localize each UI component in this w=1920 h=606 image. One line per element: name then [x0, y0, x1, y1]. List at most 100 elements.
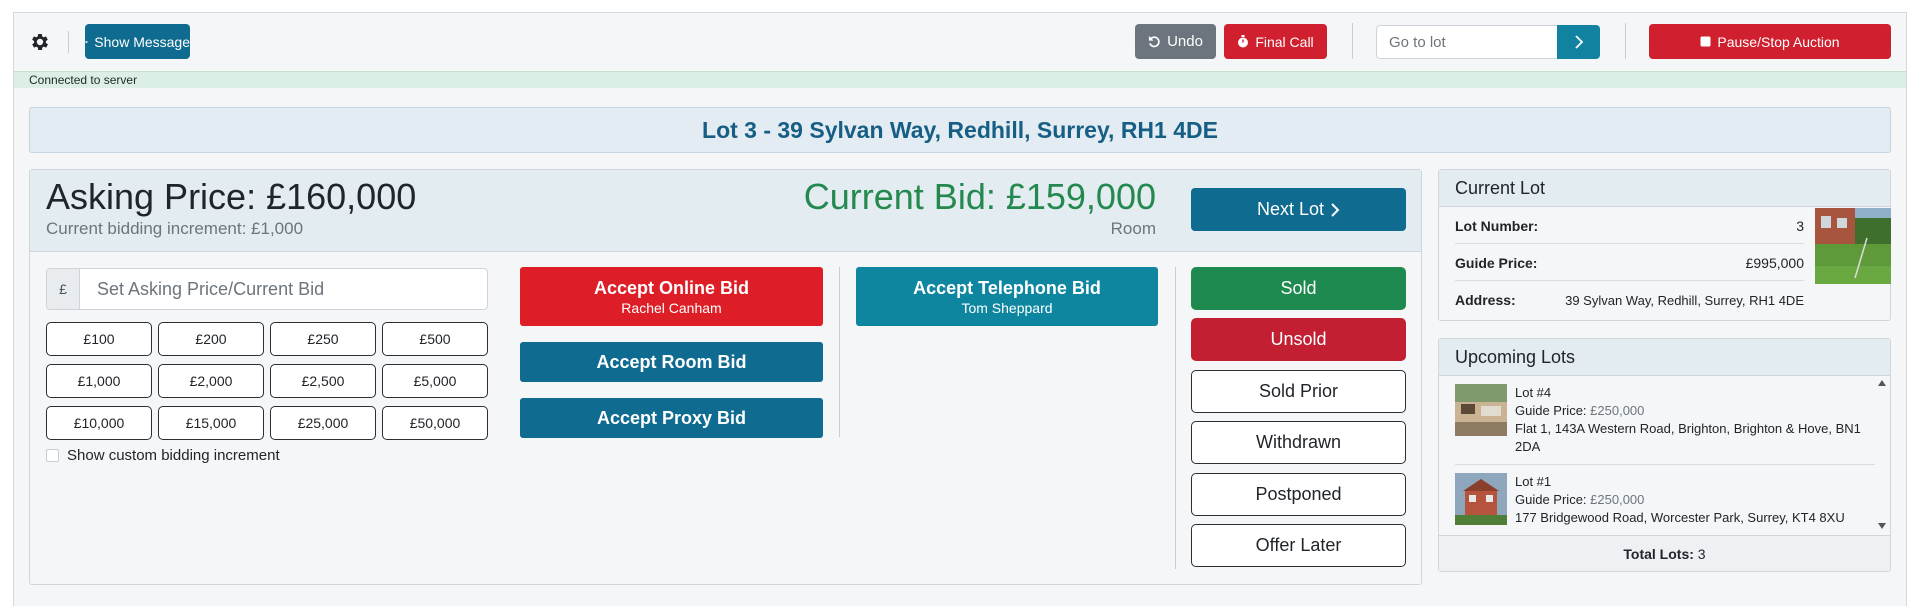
- next-lot-button[interactable]: Next Lot: [1191, 188, 1406, 231]
- upcoming-lots-scrollbar[interactable]: [1874, 376, 1890, 533]
- increment-button[interactable]: £250: [270, 322, 376, 356]
- next-lot-label: Next Lot: [1256, 199, 1325, 219]
- accept-proxy-bid-label: Accept Proxy Bid: [596, 407, 747, 428]
- go-to-lot-input[interactable]: [1376, 25, 1562, 59]
- lot-photo: [1455, 473, 1507, 525]
- postponed-button[interactable]: Postponed: [1191, 473, 1406, 516]
- price-input-group: £: [46, 268, 488, 310]
- withdrawn-button[interactable]: Withdrawn: [1191, 421, 1406, 464]
- lot-number: Lot #1: [1515, 474, 1552, 489]
- lot-number-value: 3: [1796, 217, 1804, 234]
- total-lots: Total Lots: 3: [1439, 535, 1890, 571]
- increment-button[interactable]: £10,000: [46, 406, 152, 440]
- current-bid: Current Bid: £159,000: [803, 176, 1156, 217]
- lot-number-label: Lot Number:: [1455, 217, 1539, 234]
- bidding-increment: Current bidding increment: £1,000: [46, 219, 304, 238]
- custom-increment-checkbox[interactable]: [46, 449, 59, 462]
- sold-prior-button[interactable]: Sold Prior: [1191, 370, 1406, 413]
- accept-online-bid-button[interactable]: Accept Online Bid Rachel Canham: [520, 267, 823, 326]
- address-value: 39 Sylvan Way, Redhill, Surrey, RH1 4DE: [1565, 292, 1804, 308]
- pause-stop-label: Pause/Stop Auction: [1717, 33, 1840, 50]
- accept-room-bid-label: Accept Room Bid: [596, 351, 747, 372]
- unsold-button[interactable]: Unsold: [1191, 318, 1406, 361]
- increment-button[interactable]: £50,000: [382, 406, 488, 440]
- lot-number: Lot #4: [1515, 385, 1552, 400]
- gear-icon[interactable]: [29, 31, 51, 53]
- asking-price: Asking Price: £160,000: [46, 176, 417, 217]
- custom-increment-label: Show custom bidding increment: [67, 447, 280, 464]
- toolbar-divider: [1625, 23, 1626, 59]
- upcoming-lots-card: Upcoming Lots Lot #4 Guide Price: £250,0…: [1438, 338, 1891, 572]
- increment-button[interactable]: £200: [158, 322, 264, 356]
- lot-photo: [1455, 384, 1507, 436]
- lot-number-row: Lot Number: 3: [1455, 208, 1804, 244]
- lot-address: Flat 1, 143A Western Road, Brighton, Bri…: [1515, 421, 1861, 454]
- pause-stop-auction-button[interactable]: Pause/Stop Auction: [1649, 24, 1891, 59]
- bidding-header: Asking Price: £160,000 Current bidding i…: [30, 170, 1421, 252]
- show-message-label: Show Message: [94, 33, 190, 50]
- accept-room-bid-button[interactable]: Accept Room Bid: [520, 342, 823, 382]
- toolbar-divider: [68, 31, 69, 53]
- guide-price-value: £250,000: [1590, 403, 1645, 418]
- accept-telephone-bid-button[interactable]: Accept Telephone Bid Tom Sheppard: [856, 267, 1158, 326]
- go-to-lot-button[interactable]: [1557, 25, 1600, 59]
- list-item[interactable]: Lot #1 Guide Price: £250,000 177 Bridgew…: [1455, 473, 1875, 527]
- increment-button[interactable]: £2,000: [158, 364, 264, 398]
- final-call-button[interactable]: Final Call: [1224, 24, 1327, 59]
- guide-price-value: £250,000: [1590, 492, 1645, 507]
- lot-details: Lot #1 Guide Price: £250,000 177 Bridgew…: [1515, 473, 1845, 527]
- telephone-bidder-name: Tom Sheppard: [961, 299, 1053, 316]
- total-lots-label: Total Lots:: [1623, 545, 1694, 562]
- increment-button[interactable]: £15,000: [158, 406, 264, 440]
- accept-proxy-bid-button[interactable]: Accept Proxy Bid: [520, 398, 823, 438]
- list-divider: [1455, 464, 1875, 465]
- toolbar-divider: [1352, 23, 1353, 59]
- offer-later-button[interactable]: Offer Later: [1191, 524, 1406, 567]
- megaphone-icon: [85, 40, 88, 43]
- connection-status: Connected to server: [14, 71, 1906, 88]
- lot-photo: [1815, 208, 1891, 284]
- current-lot-title: Current Lot: [1439, 170, 1890, 207]
- page-title: Lot 3 - 39 Sylvan Way, Redhill, Surrey, …: [29, 107, 1891, 153]
- guide-price-value: £995,000: [1745, 254, 1804, 271]
- increment-button[interactable]: £5,000: [382, 364, 488, 398]
- stop-icon: [1700, 36, 1711, 47]
- increment-button[interactable]: £500: [382, 322, 488, 356]
- toolbar: Show Message Undo Final Call Pause/Stop …: [14, 13, 1906, 71]
- column-divider: [1175, 267, 1176, 569]
- undo-label: Undo: [1167, 33, 1203, 50]
- column-divider: [839, 267, 840, 437]
- guide-price-label: Guide Price:: [1455, 254, 1538, 271]
- address-label: Address:: [1455, 292, 1516, 308]
- increment-button[interactable]: £25,000: [270, 406, 376, 440]
- accept-telephone-bid-label: Accept Telephone Bid: [913, 277, 1101, 298]
- bid-source: Room: [1110, 219, 1156, 238]
- upcoming-lots-title: Upcoming Lots: [1439, 339, 1890, 376]
- lot-address: 177 Bridgewood Road, Worcester Park, Sur…: [1515, 510, 1845, 525]
- total-lots-value: 3: [1697, 545, 1706, 562]
- undo-icon: [1148, 35, 1160, 48]
- currency-prefix: £: [47, 269, 80, 309]
- increment-button[interactable]: £2,500: [270, 364, 376, 398]
- current-lot-card: Current Lot Lot Number: 3 Guide Price: £…: [1438, 169, 1891, 321]
- increment-button[interactable]: £1,000: [46, 364, 152, 398]
- final-call-label: Final Call: [1255, 33, 1314, 50]
- sold-button[interactable]: Sold: [1191, 267, 1406, 310]
- custom-increment-toggle[interactable]: Show custom bidding increment: [46, 447, 280, 464]
- scroll-down-icon[interactable]: [1878, 523, 1886, 529]
- scroll-up-icon[interactable]: [1878, 380, 1886, 386]
- stopwatch-icon: [1238, 35, 1249, 48]
- lot-details: Lot #4 Guide Price: £250,000 Flat 1, 143…: [1515, 384, 1875, 456]
- bidding-panel: Asking Price: £160,000 Current bidding i…: [29, 169, 1422, 585]
- increment-button[interactable]: £100: [46, 322, 152, 356]
- accept-online-bid-label: Accept Online Bid: [593, 277, 750, 298]
- list-item[interactable]: Lot #4 Guide Price: £250,000 Flat 1, 143…: [1455, 384, 1875, 456]
- upcoming-lots-list[interactable]: Lot #4 Guide Price: £250,000 Flat 1, 143…: [1439, 376, 1890, 533]
- guide-price-label: Guide Price:: [1515, 403, 1587, 418]
- show-message-button[interactable]: Show Message: [85, 24, 190, 59]
- address-row: Address: 39 Sylvan Way, Redhill, Surrey,…: [1455, 282, 1804, 318]
- chevron-right-icon: [1574, 35, 1583, 49]
- undo-button[interactable]: Undo: [1135, 24, 1216, 59]
- asking-price-input[interactable]: [81, 269, 486, 309]
- guide-price-row: Guide Price: £995,000: [1455, 245, 1804, 281]
